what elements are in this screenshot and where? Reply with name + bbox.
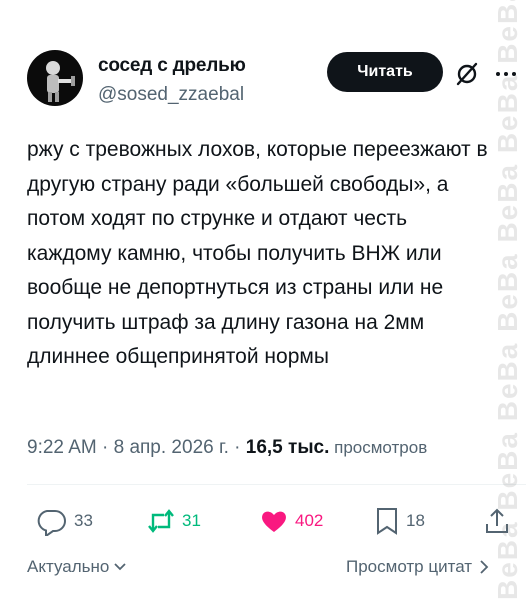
like-count: 402 xyxy=(295,511,324,530)
reply-button[interactable]: 33 xyxy=(34,506,93,536)
follow-button[interactable]: Читать xyxy=(327,52,443,92)
view-quotes-link[interactable]: Просмотр цитат xyxy=(346,557,489,577)
grok-icon[interactable] xyxy=(454,61,480,87)
author-handle[interactable]: @sosed_zzaebal xyxy=(98,84,244,106)
sort-dropdown[interactable]: Актуально xyxy=(27,557,127,577)
retweet-count: 31 xyxy=(182,511,201,530)
bookmark-icon xyxy=(377,508,397,535)
avatar[interactable] xyxy=(27,50,83,106)
view-quotes-label: Просмотр цитат xyxy=(346,557,473,576)
reply-icon xyxy=(37,510,66,536)
meta-separator: · xyxy=(228,437,246,458)
bookmark-count: 18 xyxy=(406,511,425,530)
like-button[interactable]: 402 xyxy=(259,506,323,536)
meta-separator: · xyxy=(96,437,114,458)
retweet-button[interactable]: 31 xyxy=(146,506,201,536)
views-label: просмотров xyxy=(329,438,428,457)
divider xyxy=(27,484,526,485)
tweet-time[interactable]: 9:22 AM xyxy=(27,437,97,458)
sort-label: Актуально xyxy=(27,557,110,576)
tweet-date[interactable]: 8 апр. 2026 г. xyxy=(114,437,229,458)
reply-count: 33 xyxy=(74,511,93,530)
chevron-down-icon xyxy=(114,563,126,571)
views-count: 16,5 тыс. xyxy=(245,437,330,458)
bookmark-button[interactable]: 18 xyxy=(374,506,425,536)
chevron-right-icon xyxy=(480,560,489,574)
heart-icon xyxy=(262,511,286,532)
tweet-text: ржу с тревожных лохов, которые переезжаю… xyxy=(27,138,488,368)
retweet-icon xyxy=(148,509,174,533)
tweet-card: сосед с дрелью @sosed_zzaebal Читать ржу… xyxy=(0,0,526,600)
tweet-meta: 9:22 AM · 8 апр. 2026 г. · 16,5 тыс. про… xyxy=(27,437,517,459)
watermark: BeBa BeBa BeBa BeBa BeBa BeBa BeBa BeBa … xyxy=(492,0,522,600)
author-name[interactable]: сосед с дрелью xyxy=(98,55,246,77)
